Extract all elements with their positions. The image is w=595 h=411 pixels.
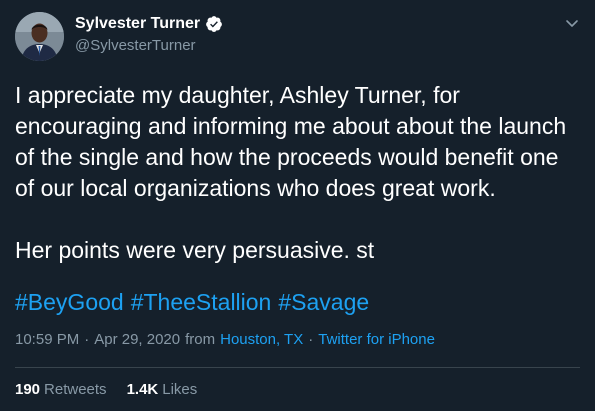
divider xyxy=(15,367,580,368)
verified-badge-icon xyxy=(205,15,223,33)
tweet-paragraph: I appreciate my daughter, Ashley Turner,… xyxy=(15,82,567,201)
tweet-date[interactable]: Apr 29, 2020 xyxy=(94,330,180,350)
retweets-count: 190 xyxy=(15,381,41,398)
tweet-paragraph: Her points were very persuasive. st xyxy=(15,237,375,263)
retweets-stat[interactable]: 190 Retweets xyxy=(15,380,107,400)
display-name[interactable]: Sylvester Turner xyxy=(75,14,200,34)
likes-count: 1.4K xyxy=(126,381,159,398)
tweet-stats: 190 Retweets 1.4K Likes xyxy=(15,380,197,400)
separator: · xyxy=(308,331,314,348)
avatar-image xyxy=(15,12,64,61)
separator: · xyxy=(84,331,90,348)
hashtag-link[interactable]: #TheeStallion xyxy=(131,287,272,318)
tweet-card: Sylvester Turner @SylvesterTurner I appr… xyxy=(0,0,595,411)
tweet-time[interactable]: 10:59 PM xyxy=(15,330,79,350)
location-link[interactable]: Houston, TX xyxy=(220,330,303,350)
likes-stat[interactable]: 1.4K Likes xyxy=(127,380,198,400)
user-handle[interactable]: @SylvesterTurner xyxy=(75,37,196,55)
retweets-label: Retweets xyxy=(44,381,107,398)
hashtag-row: #BeyGood #TheeStallion #Savage xyxy=(15,287,369,318)
from-label: from xyxy=(185,331,216,348)
tweet-body: I appreciate my daughter, Ashley Turner,… xyxy=(15,80,581,266)
avatar[interactable] xyxy=(15,12,64,61)
name-row: Sylvester Turner xyxy=(75,14,223,34)
tweet-meta: 10:59 PM · Apr 29, 2020 from Houston, TX… xyxy=(15,330,435,350)
source-link[interactable]: Twitter for iPhone xyxy=(318,330,435,350)
likes-label: Likes xyxy=(162,381,198,398)
hashtag-link[interactable]: #BeyGood xyxy=(15,287,124,318)
hashtag-link[interactable]: #Savage xyxy=(278,287,369,318)
chevron-down-icon[interactable] xyxy=(563,14,581,32)
